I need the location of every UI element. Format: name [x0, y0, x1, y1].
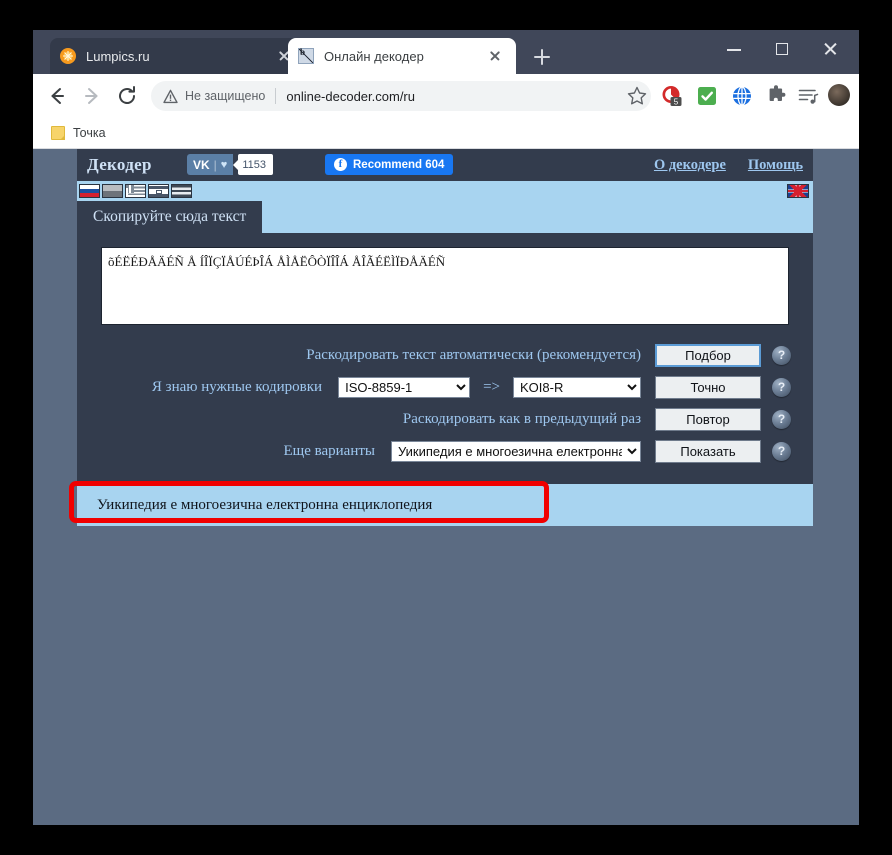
tab-lumpics[interactable]: Lumpics.ru [50, 38, 305, 74]
tab-title: Lumpics.ru [86, 48, 150, 64]
flag-gray[interactable] [102, 184, 123, 198]
source-encoding-select[interactable]: ISO-8859-1 [338, 376, 471, 398]
flag-stripes[interactable] [171, 184, 192, 198]
header-links: О декодере Помощь [654, 149, 803, 181]
help-icon[interactable]: ? [772, 409, 791, 429]
target-encoding-select[interactable]: KOI8-R [513, 376, 641, 398]
tab-paste-text[interactable]: Скопируйте сюда текст [77, 201, 263, 233]
tab-online-decoder[interactable]: Онлайн декодер [288, 38, 516, 74]
green-check-icon[interactable] [695, 84, 719, 108]
flag-russia[interactable] [79, 184, 100, 198]
bookmark-label: Точка [73, 126, 106, 140]
help-icon[interactable]: ? [772, 441, 791, 461]
close-window-icon[interactable] [806, 30, 854, 68]
omnibox-divider [275, 88, 277, 104]
globe-icon[interactable] [730, 84, 754, 108]
auto-decode-label: Раскодировать текст автоматически (реком… [306, 346, 641, 363]
page-viewport: Декодер VK | ♥ 1153 f Recommend 604 О де… [33, 149, 859, 825]
vk-share-button[interactable]: VK | ♥ [187, 154, 234, 175]
browser-toolbar: Не защищено online-decoder.com/ru 5 [33, 74, 859, 118]
reading-list-icon[interactable] [796, 84, 820, 108]
minimize-icon[interactable] [710, 30, 758, 68]
forward-arrow-icon[interactable] [78, 82, 106, 110]
source-text-input[interactable] [101, 247, 789, 325]
close-icon[interactable] [484, 45, 506, 67]
bookmark-tochka[interactable]: Точка [45, 122, 112, 144]
control-row-encodings: Я знаю нужные кодировки ISO-8859-1 => KO… [99, 374, 791, 400]
tab-paste-text-label: Скопируйте сюда текст [93, 208, 247, 225]
url-text: online-decoder.com/ru [286, 88, 415, 104]
address-bar[interactable]: Не защищено online-decoder.com/ru [151, 81, 651, 111]
user-avatar[interactable] [828, 84, 850, 106]
povtor-button[interactable]: Повтор [655, 407, 761, 431]
known-encodings-label: Я знаю нужные кодировки [151, 378, 323, 395]
browser-window: Lumpics.ru Онлайн декодер Не защищено [33, 30, 859, 825]
tab-strip: Lumpics.ru Онлайн декодер [33, 30, 859, 74]
new-tab-button[interactable] [529, 44, 555, 70]
tochno-button[interactable]: Точно [655, 375, 761, 399]
repeat-decode-label: Раскодировать как в предыдущий раз [402, 410, 641, 427]
variants-select[interactable]: Уикипедия е многоезична електронна енцик… [391, 440, 641, 462]
site-title: Декодер [87, 155, 152, 174]
link-about-decoder[interactable]: О декодере [654, 157, 726, 174]
maximize-icon[interactable] [758, 30, 806, 68]
orange-slice-icon [60, 48, 76, 64]
tab-title: Онлайн декодер [324, 48, 424, 64]
back-arrow-icon[interactable] [43, 82, 71, 110]
svg-text:5: 5 [674, 97, 679, 106]
vk-separator: | [213, 157, 217, 172]
pokazat-button[interactable]: Показать [655, 439, 761, 463]
bookmarks-bar: Точка [33, 118, 859, 149]
decoder-icon [298, 47, 314, 64]
facebook-recommend-label: Recommend 604 [353, 158, 445, 171]
flag-israel[interactable] [148, 184, 169, 198]
decoded-result-text: Уикипедия е многоезична електронна енцик… [97, 496, 433, 513]
decoder-app: Декодер VK | ♥ 1153 f Recommend 604 О де… [69, 149, 813, 526]
security-status-label: Не защищено [185, 89, 266, 103]
facebook-recommend-button[interactable]: f Recommend 604 [325, 154, 454, 175]
help-icon[interactable]: ? [772, 377, 791, 397]
panel-tabs-row: Скопируйте сюда текст [77, 201, 813, 233]
control-row-repeat: Раскодировать как в предыдущий раз Повто… [99, 406, 791, 432]
heart-icon: ♥ [220, 158, 228, 171]
textarea-wrapper [77, 233, 813, 330]
link-help[interactable]: Помощь [748, 157, 803, 174]
help-icon[interactable]: ? [772, 345, 791, 365]
more-variants-label: Еще варианты [283, 442, 375, 459]
reload-icon[interactable] [113, 82, 141, 110]
decoder-panel: Скопируйте сюда текст Раскодировать текс… [77, 201, 813, 484]
decoder-controls: Раскодировать текст автоматически (реком… [77, 330, 813, 464]
vk-share-widget[interactable]: VK | ♥ 1153 [187, 154, 273, 175]
result-bar: Уикипедия е многоезична електронна енцик… [69, 481, 813, 526]
language-flags-strip [77, 181, 813, 201]
folder-icon [51, 126, 65, 140]
vk-like-count[interactable]: 1153 [238, 154, 273, 175]
not-secure-warning-icon [163, 89, 178, 104]
site-header: Декодер VK | ♥ 1153 f Recommend 604 О де… [77, 149, 813, 181]
flag-uk[interactable] [787, 184, 809, 198]
control-row-variants: Еще варианты Уикипедия е многоезична еле… [99, 438, 791, 464]
bookmark-star-icon[interactable] [623, 82, 651, 110]
arrow-label: => [483, 378, 500, 395]
control-row-auto: Раскодировать текст автоматически (реком… [99, 342, 791, 368]
flag-greece[interactable] [125, 184, 146, 198]
puzzle-extensions-icon[interactable] [764, 84, 788, 108]
facebook-icon: f [334, 158, 347, 171]
vk-brand-label: VK [193, 157, 210, 172]
podbor-button[interactable]: Подбор [655, 343, 761, 367]
adblock-icon[interactable]: 5 [660, 84, 684, 108]
